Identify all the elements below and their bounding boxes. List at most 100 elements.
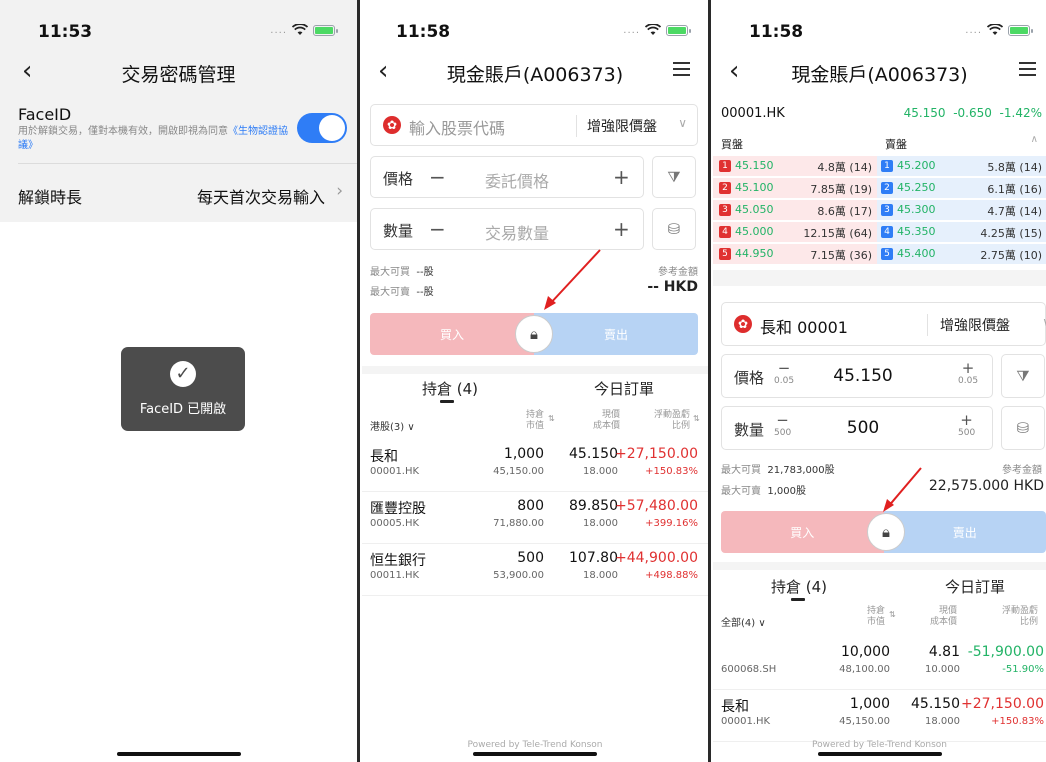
floating-pl: +27,150.00	[961, 696, 1044, 712]
quote-price-change: 45.150 -0.650 -1.42%	[903, 106, 1042, 120]
tab-positions[interactable]: 持倉 (4)	[422, 378, 478, 399]
floating-pl: +57,480.00	[615, 498, 698, 514]
sort-icon[interactable]: ⇅	[693, 414, 700, 423]
price-minus-button[interactable]: −0.05	[774, 359, 794, 386]
order-type-select[interactable]: 增強限價盤	[940, 315, 1010, 335]
pl-ratio: +498.88%	[645, 570, 698, 581]
quote-code: 00001.HK	[721, 106, 785, 121]
price-minus-button[interactable]: −	[429, 165, 446, 189]
unlock-duration-value[interactable]: 每天首次交易輸入	[197, 184, 325, 208]
unlock-duration-label: 解鎖時長	[18, 188, 83, 207]
faceid-toggle[interactable]	[297, 113, 347, 143]
buy-button[interactable]: 買入	[370, 313, 534, 355]
lock-icon[interactable]: 🔒︎	[515, 315, 553, 353]
order-book-row: 5 44.950 7.15萬 (36) 5 45.400 2.75萬 (10)	[713, 244, 1046, 264]
sell-button[interactable]: 賣出	[883, 511, 1046, 553]
max-buy-value: --股	[416, 267, 434, 278]
tab-today-orders[interactable]: 今日訂單	[945, 576, 1005, 597]
annotation-arrow	[544, 249, 601, 310]
quantity-minus-button[interactable]: −500	[774, 411, 791, 438]
hk-flag-icon: ✿	[734, 315, 752, 333]
table-row[interactable]: 長和 00001.HK 1,000 45,150.00 45.150 18.000 +27,…	[713, 690, 1046, 742]
status-time: 11:58	[749, 22, 804, 42]
ask-price[interactable]: 45.300	[897, 203, 936, 216]
price-field[interactable]: 價格 −0.05 45.150 +0.05	[721, 354, 993, 398]
table-row[interactable]: 長和 00001.HK 1,000 45,150.00 45.150 18.000 +27,…	[362, 440, 708, 492]
pl-ratio: +150.83%	[991, 716, 1044, 727]
menu-icon[interactable]	[673, 62, 690, 76]
ask-volume: 4.25萬 (15)	[980, 227, 1042, 240]
stock-code: 00001.HK	[370, 466, 420, 477]
position-qty: 1,000	[849, 696, 890, 712]
sort-icon[interactable]: ⇅	[548, 414, 555, 423]
menu-icon[interactable]	[1019, 62, 1036, 76]
ask-volume: 4.7萬 (14)	[987, 205, 1042, 218]
current-price: 4.81	[928, 644, 960, 660]
ask-label: 賣盤	[885, 138, 907, 151]
page-title: 現金賬戶(A006373)	[791, 64, 968, 86]
quantity-field[interactable]: 數量 −500 500 +500	[721, 406, 993, 450]
reference-amount-value: 22,575.000 HKD	[928, 478, 1044, 494]
stock-code-input[interactable]: ✿ 輸入股票代碼 增強限價盤 ∨	[370, 104, 698, 146]
cost-price: 18.000	[583, 570, 618, 581]
filter-icon[interactable]: ⧩	[652, 156, 696, 198]
filter-icon[interactable]: ⧩	[1001, 354, 1045, 398]
bid-level-badge: 3	[719, 204, 731, 216]
ask-price[interactable]: 45.250	[897, 181, 936, 194]
bid-level-badge: 2	[719, 182, 731, 194]
order-type-select[interactable]: 增強限價盤	[587, 116, 657, 136]
bid-price[interactable]: 45.050	[735, 203, 774, 216]
sell-button[interactable]: 賣出	[534, 313, 698, 355]
chevron-right-icon[interactable]: ›	[336, 181, 343, 201]
stock-code: 00011.HK	[370, 570, 420, 581]
stock-code-input[interactable]: ✿ 長和 00001 增強限價盤 ∨	[721, 302, 1046, 346]
floating-pl: +44,900.00	[615, 550, 698, 566]
bid-price[interactable]: 45.000	[735, 225, 774, 238]
sort-icon[interactable]: ⇅	[889, 610, 896, 619]
quantity-field[interactable]: 數量 − 交易數量 +	[370, 208, 644, 250]
table-row[interactable]: 恒生銀行 00011.HK 500 53,900.00 107.80 18.000 +44,…	[362, 544, 708, 596]
market-filter[interactable]: 港股(3) ∨	[370, 418, 415, 433]
ask-price[interactable]: 45.200	[897, 159, 936, 172]
database-icon[interactable]: ⛁	[1001, 406, 1045, 450]
tab-today-orders[interactable]: 今日訂單	[594, 378, 654, 399]
chevron-up-icon[interactable]: ∧	[1031, 134, 1038, 145]
stock-code: 00005.HK	[370, 518, 420, 529]
bid-level-badge: 1	[719, 160, 731, 172]
database-icon[interactable]: ⛁	[652, 208, 696, 250]
chevron-down-icon: ∨	[678, 116, 687, 130]
table-row[interactable]: 600068.SH 10,000 48,100.00 4.81 10.000 -51,90…	[713, 638, 1046, 690]
hk-flag-icon: ✿	[383, 116, 401, 134]
quantity-value[interactable]: 500	[808, 418, 918, 438]
bid-level-badge: 4	[719, 226, 731, 238]
bid-price[interactable]: 45.100	[735, 181, 774, 194]
quantity-plus-button[interactable]: +500	[958, 411, 975, 438]
buy-button[interactable]: 買入	[721, 511, 884, 553]
home-indicator	[473, 752, 597, 756]
price-plus-button[interactable]: +	[613, 165, 630, 189]
bid-price[interactable]: 44.950	[735, 247, 774, 260]
ask-price[interactable]: 45.350	[897, 225, 936, 238]
bid-price[interactable]: 45.150	[735, 159, 774, 172]
max-buy-value: 21,783,000股	[767, 465, 835, 476]
panel-cash-account-filled: 11:58 .... ‹ 現金賬戶(A006373) 00001.HK 45.1…	[713, 0, 1046, 762]
ask-price[interactable]: 45.400	[897, 247, 936, 260]
stock-name: 長和	[370, 449, 398, 465]
battery-icon	[1008, 24, 1033, 36]
price-plus-button[interactable]: +0.05	[958, 359, 978, 386]
divider	[18, 163, 357, 164]
quantity-minus-button[interactable]: −	[429, 217, 446, 241]
market-filter[interactable]: 全部(4) ∨	[721, 614, 766, 629]
price-value[interactable]: 45.150	[808, 366, 918, 386]
table-row[interactable]: 匯豐控股 00005.HK 800 71,880.00 89.850 18.000 +57,…	[362, 492, 708, 544]
stock-name: 恒生銀行	[370, 553, 426, 569]
position-qty: 1,000	[503, 446, 544, 462]
quantity-plus-button[interactable]: +	[613, 217, 630, 241]
chevron-down-icon: ∨	[1042, 315, 1046, 329]
lock-icon[interactable]: 🔒︎	[867, 513, 905, 551]
tab-positions[interactable]: 持倉 (4)	[771, 576, 827, 597]
market-value: 45,150.00	[839, 716, 890, 727]
pl-ratio: -51.90%	[1002, 664, 1044, 675]
price-field[interactable]: 價格 − 委託價格 +	[370, 156, 644, 198]
bid-volume: 7.15萬 (36)	[810, 249, 872, 262]
